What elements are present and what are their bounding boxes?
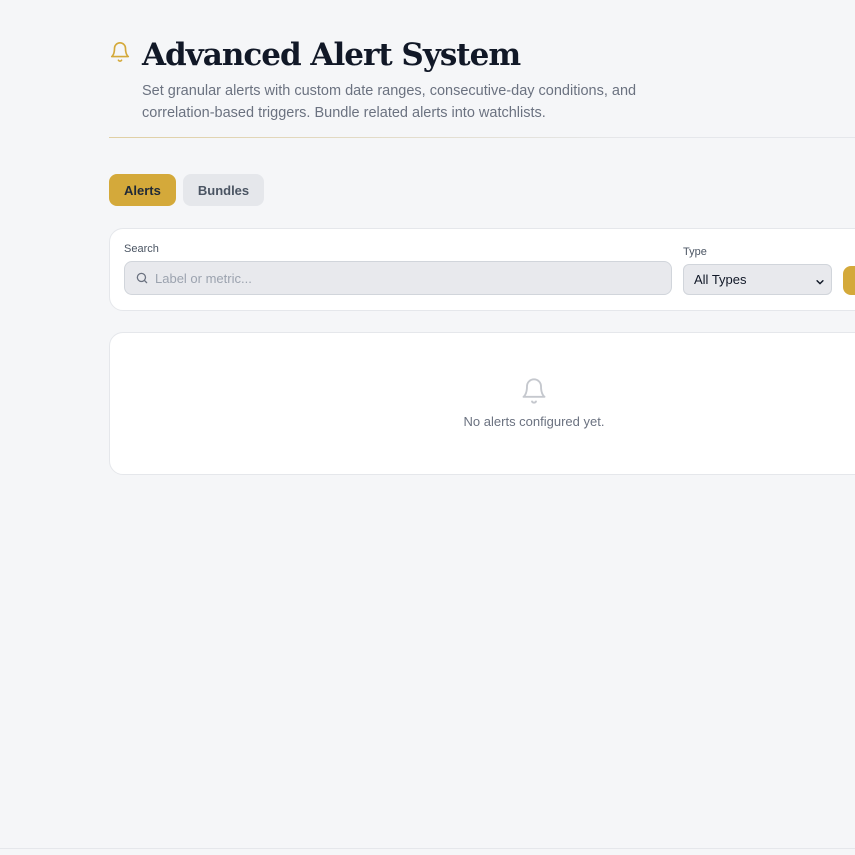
tab-bar: Alerts Bundles	[109, 174, 265, 206]
search-label: Search	[124, 243, 159, 255]
search-input[interactable]	[155, 270, 655, 286]
search-box[interactable]	[124, 261, 672, 295]
bell-icon	[109, 41, 131, 63]
add-alert-button[interactable]	[843, 266, 855, 295]
bell-icon	[520, 377, 548, 405]
title-row: Advanced Alert System	[109, 36, 855, 74]
page-header: Advanced Alert System Set granular alert…	[109, 36, 855, 124]
chevron-down-icon	[815, 275, 825, 285]
empty-state-card: No alerts configured yet.	[109, 332, 855, 475]
type-select-value: All Types	[694, 272, 747, 287]
type-select[interactable]: All Types	[683, 264, 832, 295]
page-title: Advanced Alert System	[142, 37, 521, 73]
page-subtitle: Set granular alerts with custom date ran…	[142, 83, 637, 121]
tab-bundles[interactable]: Bundles	[182, 174, 265, 206]
type-label: Type	[683, 246, 707, 258]
header-divider	[109, 137, 855, 138]
empty-state-message: No alerts configured yet.	[463, 414, 605, 429]
tab-alerts[interactable]: Alerts	[109, 174, 176, 206]
search-icon	[135, 271, 149, 285]
filter-card: Search Type All Types	[109, 228, 855, 311]
footer-divider	[0, 848, 855, 849]
